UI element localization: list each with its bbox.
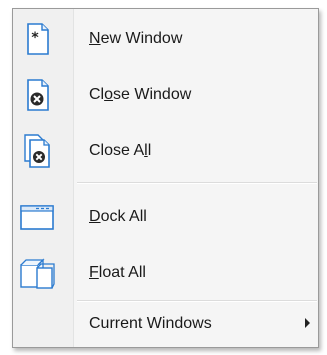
menu-icon-gutter: [13, 9, 74, 347]
menu-item-dock-all[interactable]: Dock All: [13, 197, 318, 237]
menu-item-label: Close All: [89, 142, 152, 159]
close-all-icon: [24, 134, 50, 168]
menu-item-label: Close Window: [89, 86, 192, 103]
new-window-icon: *: [27, 23, 49, 55]
menu-separator: [77, 300, 317, 302]
close-window-icon: [27, 79, 49, 111]
menu-item-float-all[interactable]: Float All: [13, 253, 318, 293]
menu-separator: [77, 182, 317, 184]
svg-text:*: *: [31, 30, 39, 46]
window-context-menu: * New Window Close Window Close All Dock…: [12, 8, 319, 348]
menu-item-label: New Window: [89, 30, 183, 47]
menu-item-label: Current Windows: [89, 315, 212, 332]
menu-item-new-window[interactable]: * New Window: [13, 19, 318, 59]
float-all-icon: [20, 258, 55, 289]
dock-all-icon: [20, 205, 54, 230]
submenu-arrow-icon: [305, 318, 310, 328]
menu-item-close-all[interactable]: Close All: [13, 131, 318, 171]
menu-item-current-windows[interactable]: Current Windows: [13, 304, 318, 344]
menu-item-label: Float All: [89, 264, 146, 281]
menu-item-label: Dock All: [89, 208, 147, 225]
menu-item-close-window[interactable]: Close Window: [13, 75, 318, 115]
